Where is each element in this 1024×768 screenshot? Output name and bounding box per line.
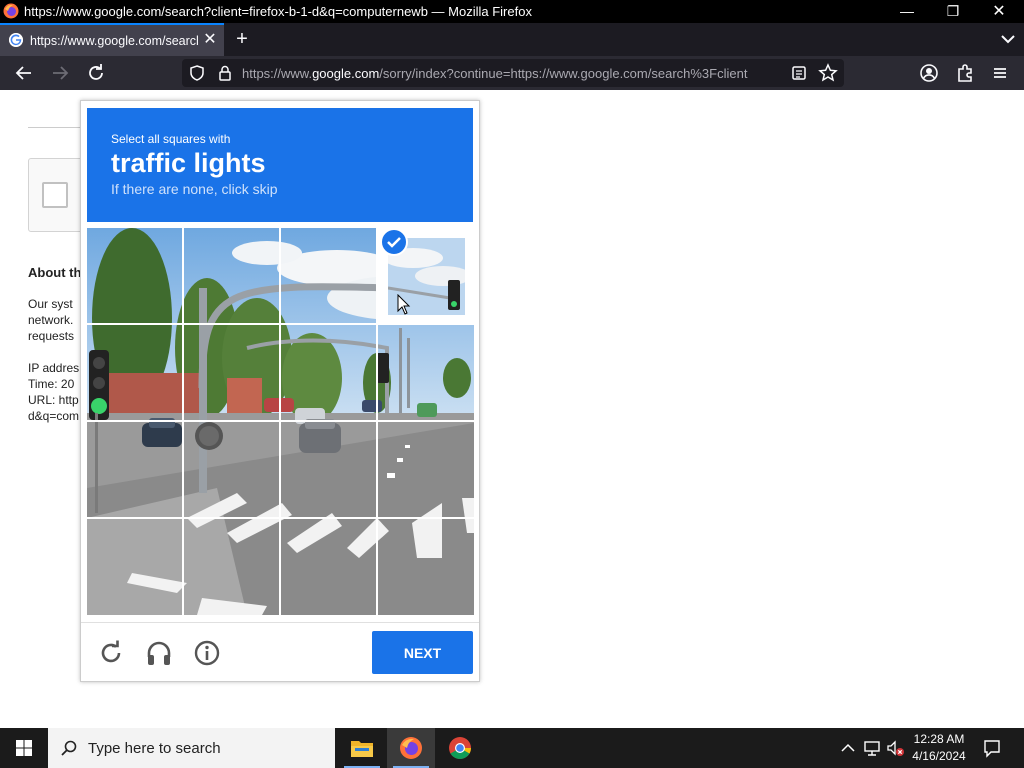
grid-tile[interactable] [87, 228, 183, 324]
audio-challenge-headphones-icon[interactable] [143, 637, 175, 669]
taskbar-search-box[interactable]: Type here to search [48, 728, 335, 768]
file-explorer-app[interactable] [338, 728, 386, 768]
grid-tile[interactable] [281, 519, 377, 615]
windows-start-icon[interactable] [0, 728, 48, 768]
window-title-bar: https://www.google.com/search?client=fir… [0, 0, 1024, 23]
back-arrow-icon[interactable] [13, 62, 35, 84]
url-text[interactable]: https://www.google.com/sorry/index?conti… [242, 66, 762, 81]
recaptcha-challenge: Select all squares with traffic lights I… [80, 100, 480, 682]
lock-icon[interactable] [216, 64, 234, 82]
chrome-app[interactable] [436, 728, 484, 768]
challenge-instruction: Select all squares with [111, 132, 231, 146]
ip-address-line: IP addres [28, 361, 80, 375]
clock-time: 12:28 AM [913, 732, 965, 746]
grid-tile[interactable] [281, 228, 377, 324]
taskbar-clock[interactable]: 12:28 AM 4/16/2024 [906, 731, 972, 765]
challenge-target: traffic lights [111, 148, 266, 178]
grid-tile[interactable] [184, 519, 280, 615]
new-tab-button[interactable]: + [232, 28, 252, 50]
grid-tile[interactable] [184, 228, 280, 324]
account-icon[interactable] [918, 62, 940, 84]
tab-google-search[interactable]: https://www.google.com/search?client=fir… [0, 23, 224, 56]
reader-view-icon[interactable] [790, 64, 808, 82]
chrome-icon [449, 737, 471, 759]
challenge-header: Select all squares with traffic lights I… [87, 108, 473, 222]
tab-close-icon[interactable]: ✕ [202, 31, 218, 49]
page-text-line: Our syst [28, 297, 73, 311]
url-prefix: https://www. [242, 66, 313, 81]
folder-icon [351, 741, 373, 757]
info-icon[interactable] [191, 637, 223, 669]
selected-checkmark-icon [380, 228, 408, 256]
url-path: /sorry/index?continue=https://www.google… [379, 66, 748, 81]
clock-date: 4/16/2024 [912, 749, 966, 763]
page-text-line: requests [28, 329, 75, 343]
reload-challenge-icon[interactable] [95, 637, 127, 669]
reload-icon[interactable] [85, 62, 107, 84]
search-placeholder: Type here to search [88, 740, 221, 757]
grid-tile[interactable] [184, 422, 280, 518]
divider [28, 127, 88, 128]
grid-tile[interactable] [378, 325, 474, 421]
challenge-hint: If there are none, click skip [111, 181, 278, 197]
tracking-protection-shield-icon[interactable] [188, 64, 206, 82]
url-line: URL: http [28, 393, 79, 407]
address-bar[interactable]: https://www.google.com/sorry/index?conti… [182, 59, 844, 87]
search-icon [61, 740, 77, 756]
grid-tile[interactable] [378, 519, 474, 615]
forward-arrow-icon[interactable] [49, 62, 71, 84]
volume-muted-icon[interactable] [885, 738, 905, 758]
recaptcha-checkbox[interactable] [42, 182, 68, 208]
firefox-logo-icon [3, 3, 19, 19]
page-text-line: network. [28, 313, 74, 327]
grid-tile[interactable] [281, 422, 377, 518]
url-line-continued: d&q=com [28, 409, 80, 423]
minimize-icon[interactable]: — [884, 0, 930, 23]
window-title: https://www.google.com/search?client=fir… [24, 4, 532, 19]
page-heading: About th [28, 265, 82, 280]
windows-taskbar: Type here to search 12:28 AM 4/16/2024 [0, 728, 1024, 768]
window-close-icon[interactable]: ✕ [976, 0, 1022, 23]
grid-tile[interactable] [87, 325, 183, 421]
next-button[interactable]: NEXT [372, 631, 473, 674]
tab-label: https://www.google.com/search?client=fir… [30, 34, 198, 48]
footer-divider [81, 622, 479, 623]
navigation-toolbar: https://www.google.com/sorry/index?conti… [0, 56, 1024, 90]
firefox-taskbar-icon [400, 737, 422, 759]
notification-center-icon[interactable] [982, 738, 1002, 758]
grid-tile[interactable] [87, 519, 183, 615]
extensions-puzzle-icon[interactable] [954, 62, 976, 84]
recaptcha-anchor-box [28, 158, 88, 232]
tab-strip: https://www.google.com/search?client=fir… [0, 23, 1024, 56]
show-hidden-icons-chevron-icon[interactable] [838, 738, 858, 758]
grid-tile[interactable] [378, 422, 474, 518]
firefox-app[interactable] [387, 728, 435, 768]
google-favicon-icon [9, 33, 23, 47]
grid-tile[interactable] [87, 422, 183, 518]
list-all-tabs-icon[interactable] [998, 29, 1018, 49]
network-icon[interactable] [862, 738, 882, 758]
grid-tile[interactable] [184, 325, 280, 421]
grid-tile[interactable] [281, 325, 377, 421]
app-menu-icon[interactable] [989, 62, 1011, 84]
bookmark-star-icon[interactable] [818, 63, 838, 83]
restore-icon[interactable]: ❐ [930, 0, 976, 23]
url-host: google.com [312, 66, 380, 81]
time-line: Time: 20 [28, 377, 75, 391]
mouse-cursor-icon [397, 294, 411, 315]
